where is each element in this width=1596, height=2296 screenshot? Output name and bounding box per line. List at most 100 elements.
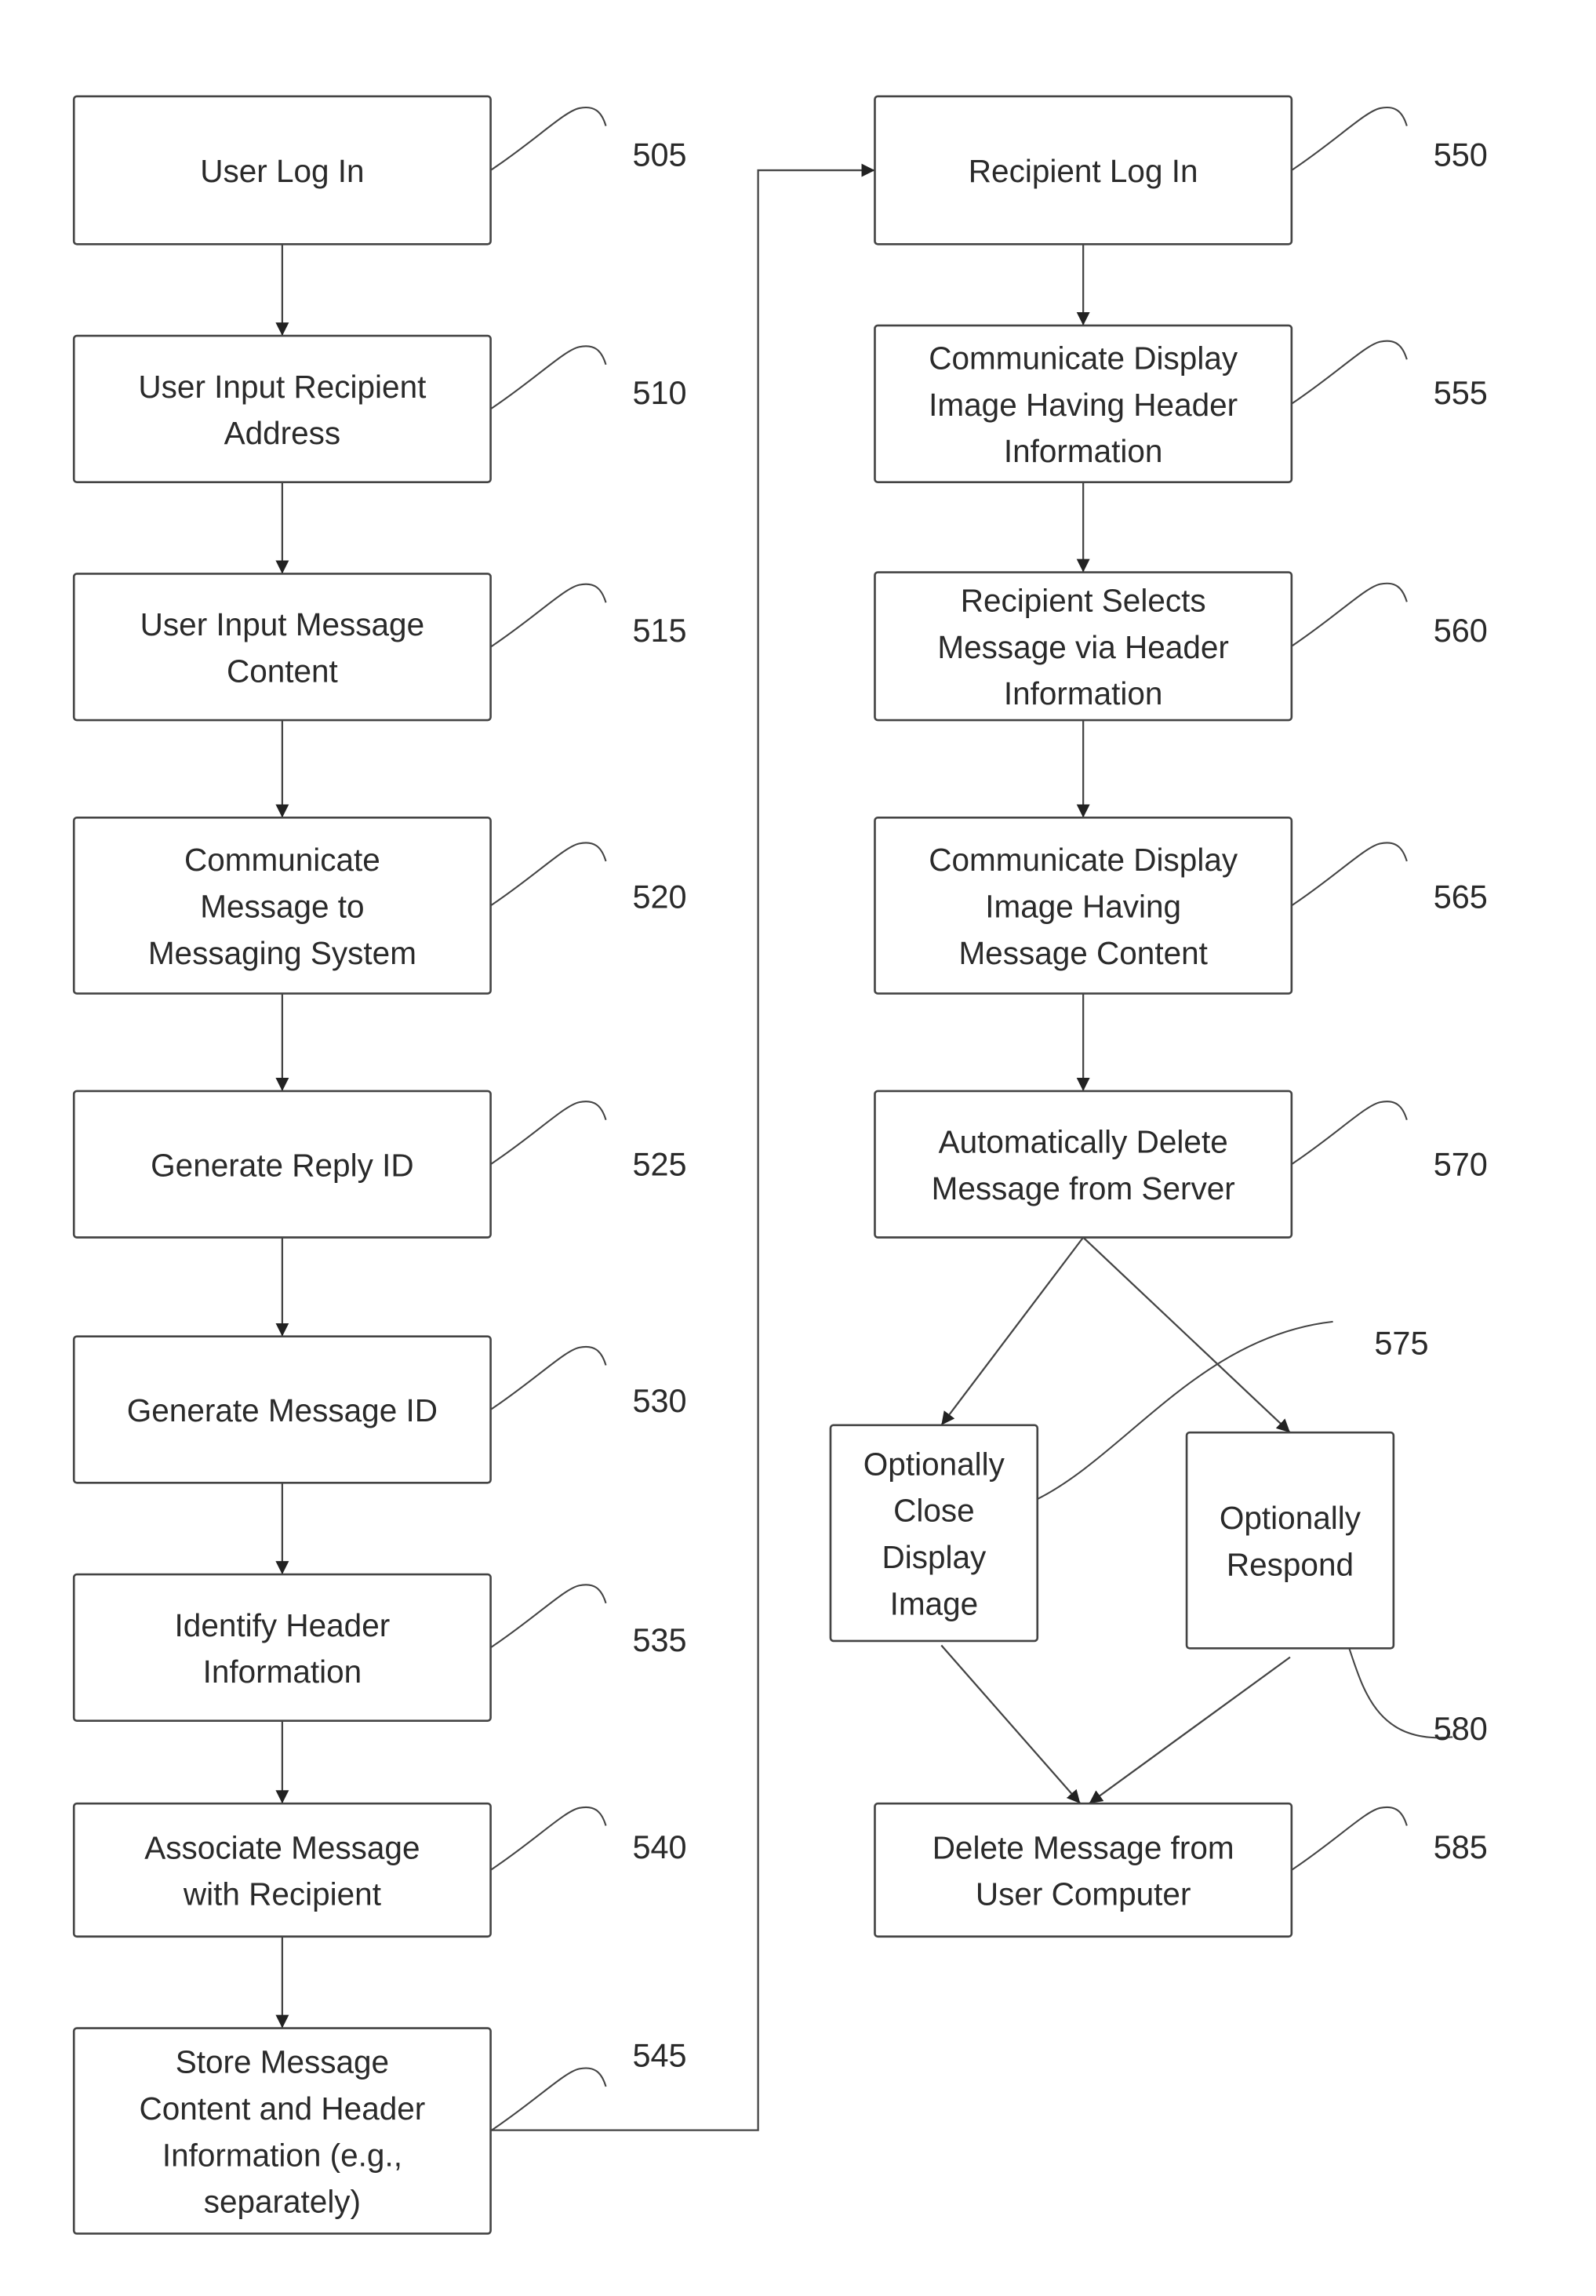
process-box-535: Identify Header Information <box>72 1573 492 1722</box>
process-box-515: User Input Message Content <box>72 573 492 722</box>
reference-numeral-515: 515 <box>489 583 687 649</box>
box-outline <box>874 1090 1293 1239</box>
box-label-line: Respond <box>1227 1547 1354 1583</box>
reference-number: 570 <box>1434 1145 1488 1182</box>
reference-numeral-510: 510 <box>489 345 687 411</box>
reference-number: 565 <box>1434 878 1488 915</box>
arrow-570-to-575 <box>940 1236 1085 1426</box>
box-label-line: Image Having <box>985 889 1181 925</box>
box-label-line: Information <box>203 1654 362 1690</box>
box-label-line: Information <box>1004 675 1163 711</box>
reference-number: 560 <box>1434 612 1488 649</box>
reference-numeral-545: 545 <box>489 2037 687 2132</box>
box-outline <box>72 573 492 722</box>
process-box-570: Automatically Delete Message from Server <box>874 1090 1293 1239</box>
leader-line <box>1291 1806 1408 1871</box>
box-label-line: Message from Server <box>932 1170 1235 1206</box>
box-label-line: Optionally <box>1220 1500 1362 1536</box>
process-box-525: Generate Reply ID <box>72 1090 492 1239</box>
reference-number: 535 <box>632 1621 686 1658</box>
reference-number: 520 <box>632 878 686 915</box>
box-label-line: Content and Header <box>140 2090 426 2127</box>
reference-numeral-520: 520 <box>489 842 687 915</box>
box-label-line: Information <box>1004 433 1163 469</box>
reference-number: 555 <box>1434 374 1488 411</box>
reference-numeral-525: 525 <box>489 1101 687 1182</box>
leader-line <box>1291 1101 1408 1166</box>
box-outline <box>72 334 492 483</box>
reference-numeral-580: 580 <box>1348 1647 1488 1747</box>
process-box-520: Communicate Message to Messaging System <box>72 817 492 995</box>
leader-line <box>489 842 607 907</box>
box-outline <box>72 1802 492 1938</box>
process-box-550: Recipient Log In <box>874 95 1293 246</box>
process-box-540: Associate Message with Recipient <box>72 1802 492 1938</box>
box-label-line: User Input Recipient <box>138 369 426 405</box>
reference-number: 530 <box>632 1382 686 1419</box>
leader-line <box>489 1806 607 1871</box>
process-box-555: Communicate Display Image Having Header In… <box>874 324 1293 483</box>
leader-line <box>489 2067 607 2132</box>
box-label-line: Associate Message <box>144 1829 420 1865</box>
arrow-575-to-585 <box>940 1644 1082 1804</box>
box-label-line: Generate Message ID <box>127 1392 438 1428</box>
box-label-line: Close <box>893 1493 975 1529</box>
box-label-line: Generate Reply ID <box>151 1147 413 1183</box>
box-label-line: Message Content <box>958 935 1207 971</box>
box-label-line: Image <box>890 1585 979 1621</box>
box-label-line: Recipient Log In <box>969 153 1198 189</box>
process-box-580: Optionally Respond <box>1185 1431 1395 1650</box>
box-outline <box>874 1802 1293 1938</box>
leader-line <box>1291 107 1408 171</box>
flowchart: User Log InUser Input RecipientAddressUs… <box>72 95 1488 2235</box>
box-label-line: with Recipient <box>183 1876 381 1912</box>
reference-numeral-540: 540 <box>489 1806 687 1871</box>
nodes: User Log InUser Input RecipientAddressUs… <box>72 95 1395 2235</box>
arrow-570-to-580 <box>1082 1236 1291 1434</box>
box-label-line: Image Having Header <box>929 387 1238 423</box>
reference-numeral-570: 570 <box>1291 1101 1488 1182</box>
reference-number: 505 <box>632 136 686 173</box>
leader-line <box>489 1101 607 1166</box>
leader-line <box>489 1584 607 1649</box>
process-box-505: User Log In <box>72 95 492 246</box>
box-label-line: Message via Header <box>937 629 1228 665</box>
leader-line <box>1291 842 1408 907</box>
reference-number: 525 <box>632 1145 686 1182</box>
reference-number: 545 <box>632 2037 686 2074</box>
box-label-line: Delete Message from <box>933 1829 1234 1865</box>
reference-number: 540 <box>632 1828 686 1865</box>
box-label-line: Message to <box>200 889 364 925</box>
box-label-line: Store Message <box>176 2044 389 2080</box>
reference-numeral-505: 505 <box>489 107 687 173</box>
box-label-line: Display <box>882 1539 987 1575</box>
box-label-line: Recipient Selects <box>961 583 1206 619</box>
leader-line <box>1291 582 1408 647</box>
reference-number: 515 <box>632 612 686 649</box>
reference-numeral-560: 560 <box>1291 582 1488 649</box>
box-outline <box>72 1573 492 1722</box>
process-box-565: Communicate Display Image Having Message C… <box>874 817 1293 995</box>
reference-number: 580 <box>1434 1710 1488 1747</box>
reference-numeral-565: 565 <box>1291 842 1488 915</box>
box-label-line: Communicate Display <box>929 842 1238 878</box>
process-box-575: Optionally Close Display Image <box>829 1424 1039 1643</box>
process-box-510: User Input Recipient Address <box>72 334 492 483</box>
arrow-580-to-585 <box>1089 1656 1291 1805</box>
box-label-line: Identify Header <box>175 1607 391 1643</box>
leader-line <box>489 583 607 648</box>
reference-numeral-530: 530 <box>489 1345 687 1419</box>
reference-numeral-550: 550 <box>1291 107 1488 173</box>
process-box-585: Delete Message from User Computer <box>874 1802 1293 1938</box>
process-box-545: Store Message Content and Header Informati… <box>72 2027 492 2235</box>
box-label-line: Information (e.g., <box>162 2137 402 2173</box>
process-box-560: Recipient Selects Message via Header Infor… <box>874 571 1293 722</box>
box-label-line: Communicate Display <box>929 340 1238 376</box>
box-label-line: Address <box>224 415 341 451</box>
reference-numeral-555: 555 <box>1291 340 1488 411</box>
reference-number: 575 <box>1374 1324 1428 1361</box>
reference-numeral-585: 585 <box>1291 1806 1488 1871</box>
process-box-530: Generate Message ID <box>72 1335 492 1484</box>
reference-number: 585 <box>1434 1828 1488 1865</box>
box-label-line: User Computer <box>976 1876 1191 1912</box>
